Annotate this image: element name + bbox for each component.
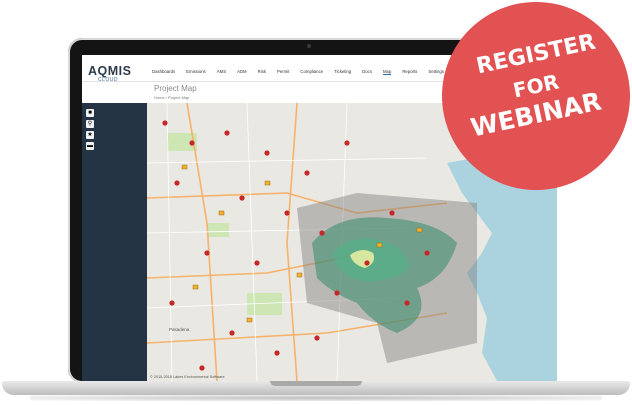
- page-title: Project Map: [154, 84, 197, 93]
- laptop-notch: [270, 381, 362, 386]
- site-marker: [274, 350, 280, 356]
- nav-reports[interactable]: Reports: [402, 69, 417, 75]
- monitor-marker: [416, 227, 423, 233]
- site-marker: [264, 150, 270, 156]
- breadcrumb[interactable]: Home / Project Map: [154, 95, 189, 100]
- site-marker: [229, 330, 235, 336]
- nav-settings[interactable]: Settings: [428, 69, 444, 75]
- site-marker: [404, 300, 410, 306]
- nav-ticketing[interactable]: Ticketing: [334, 69, 351, 75]
- site-marker: [334, 290, 340, 296]
- site-marker: [364, 260, 370, 266]
- site-marker: [169, 300, 175, 306]
- monitor-marker: [192, 284, 199, 290]
- site-marker: [224, 130, 230, 136]
- monitor-marker: [218, 210, 225, 216]
- site-marker: [239, 195, 245, 201]
- star-icon[interactable]: ★: [86, 131, 94, 139]
- top-nav: Dashboards Emissions AMS ADM Risk Permit…: [152, 69, 455, 75]
- site-marker: [254, 260, 260, 266]
- site-marker: [199, 365, 205, 371]
- nav-adm[interactable]: ADM: [237, 69, 247, 75]
- site-marker: [319, 230, 325, 236]
- nav-ams[interactable]: AMS: [217, 69, 226, 75]
- monitor-marker: [376, 242, 383, 248]
- nav-risk[interactable]: Risk: [258, 69, 266, 75]
- site-marker: [204, 250, 210, 256]
- site-marker: [162, 120, 168, 126]
- laptop-shadow: [30, 395, 602, 401]
- monitor-marker: [246, 317, 253, 323]
- folder-icon[interactable]: ▬: [86, 142, 94, 150]
- nav-dashboards[interactable]: Dashboards: [152, 69, 175, 75]
- site-marker: [284, 210, 290, 216]
- app-logo[interactable]: AQMIS: [88, 64, 131, 78]
- app-logo-subtitle: CLOUD: [98, 77, 119, 83]
- monitor-marker: [264, 180, 271, 186]
- site-marker: [304, 170, 310, 176]
- site-marker: [344, 140, 350, 146]
- site-marker: [389, 210, 395, 216]
- site-marker: [314, 335, 320, 341]
- monitor-marker: [181, 164, 188, 170]
- park-area: [207, 223, 229, 237]
- site-marker: [174, 180, 180, 186]
- camera-icon: [307, 44, 311, 48]
- nav-permit[interactable]: Permit: [277, 69, 289, 75]
- site-marker: [424, 250, 430, 256]
- monitor-marker: [296, 272, 303, 278]
- sidebar: ■ ⚲ ★ ▬: [82, 103, 147, 381]
- search-icon[interactable]: ⚲: [86, 120, 94, 128]
- copyright-text: © 2015-2018 Lakes Environmental Software: [150, 375, 225, 379]
- nav-docs[interactable]: Docs: [362, 69, 372, 75]
- nav-map[interactable]: Map: [382, 69, 392, 75]
- nav-emissions[interactable]: Emissions: [186, 69, 206, 75]
- map-label-pasadena: Pasadena: [169, 327, 190, 332]
- site-marker: [189, 140, 195, 146]
- layers-icon[interactable]: ■: [86, 109, 94, 117]
- nav-compliance[interactable]: Compliance: [300, 69, 323, 75]
